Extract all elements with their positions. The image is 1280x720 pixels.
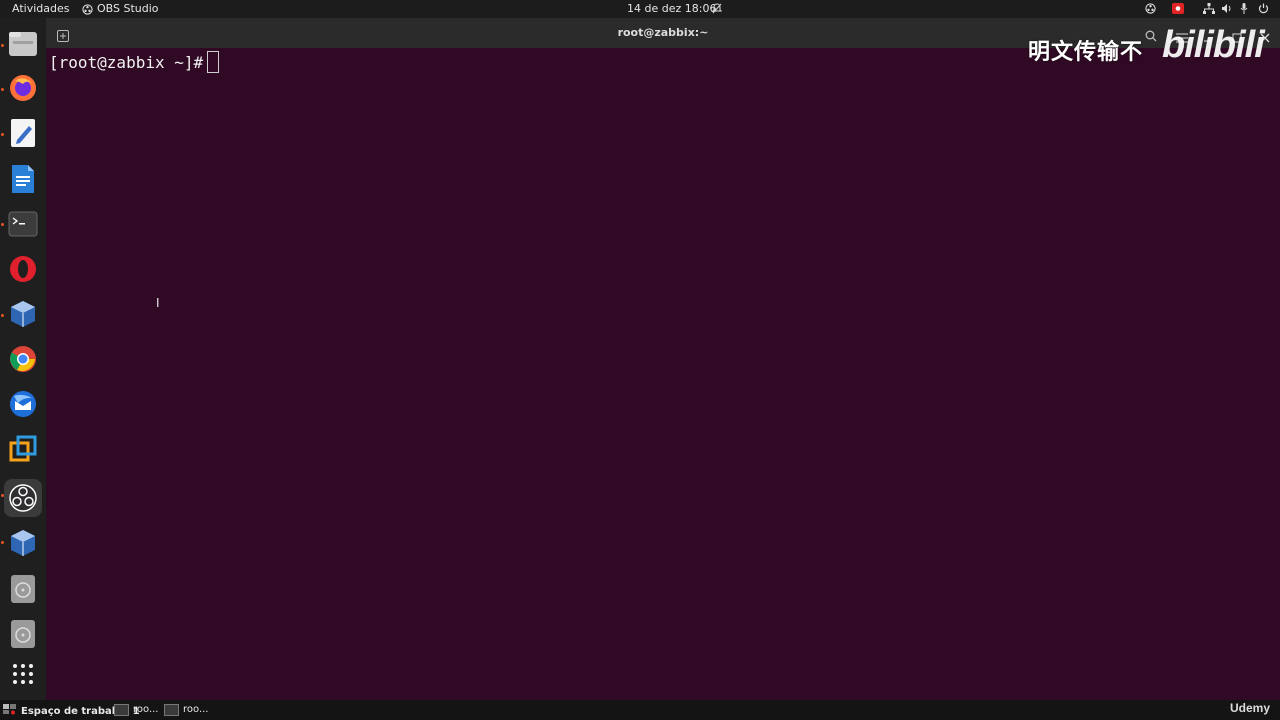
terminal-small-icon [114, 704, 129, 716]
vmware-icon[interactable] [4, 430, 42, 468]
bottom-taskbar: Espaço de trabalho 1 roo... roo... Udemy [0, 700, 1280, 720]
app-name: OBS Studio [97, 2, 159, 15]
disk-icon[interactable] [4, 570, 42, 608]
disk-icon[interactable] [4, 615, 42, 653]
app-grid-icon[interactable] [4, 655, 42, 693]
thunderbird-icon[interactable] [4, 385, 42, 423]
virtualbox-icon[interactable] [4, 295, 42, 333]
taskbar-window-2[interactable]: roo... [164, 703, 209, 717]
network-icon[interactable] [1203, 3, 1215, 14]
dock [0, 18, 46, 700]
search-icon[interactable] [1145, 27, 1157, 46]
task-label: roo... [183, 704, 209, 715]
chrome-icon[interactable] [4, 340, 42, 378]
recording-icon[interactable] [1172, 3, 1184, 14]
volume-icon[interactable] [1221, 3, 1233, 14]
obs-tray-icon[interactable] [1145, 3, 1156, 14]
task-label: roo... [133, 704, 159, 715]
terminal-output[interactable]: [root@zabbix ~]# [49, 51, 220, 73]
udemy-watermark: Udemy [1229, 701, 1270, 715]
firefox-icon[interactable] [4, 69, 42, 107]
power-icon[interactable] [1258, 3, 1269, 14]
terminal-icon[interactable] [4, 205, 42, 243]
clock[interactable]: 14 de dez 18:06 [627, 2, 716, 16]
terminal-window[interactable]: root@zabbix:~ [root@zabbix ~]# [46, 18, 1280, 700]
obs-small-icon [82, 3, 93, 15]
libreoffice-writer-icon[interactable] [4, 160, 42, 198]
obs-icon[interactable] [4, 479, 42, 517]
taskbar-window-1[interactable]: roo... [114, 703, 159, 717]
microphone-icon[interactable] [1240, 3, 1248, 14]
terminal-small-icon [164, 704, 179, 716]
virtualbox-icon[interactable] [4, 524, 42, 562]
app-menu[interactable]: OBS Studio [82, 2, 159, 16]
mouse-ibeam-cursor: I [156, 296, 160, 310]
workspace-icon [3, 703, 17, 720]
activities-button[interactable]: Atividades [12, 2, 69, 16]
notifications-off-icon [712, 3, 722, 14]
bilibili-logo: bilibili [1162, 24, 1265, 66]
top-bar: Atividades OBS Studio 14 de dez 18:06 [0, 0, 1280, 18]
shell-prompt: [root@zabbix ~]# [49, 53, 204, 72]
watermark-text: 明文传输不 [1028, 40, 1144, 65]
opera-icon[interactable] [4, 250, 42, 288]
text-cursor [207, 51, 220, 73]
files-icon[interactable] [4, 24, 42, 62]
text-editor-icon[interactable] [4, 114, 42, 152]
